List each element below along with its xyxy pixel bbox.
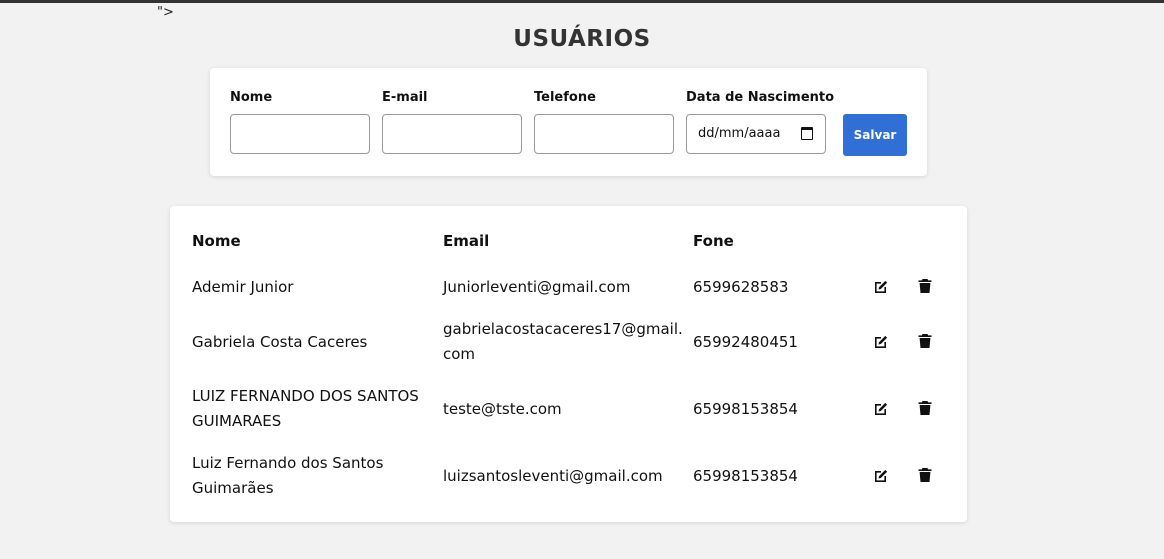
stray-text: "> bbox=[157, 5, 174, 20]
edit-icon[interactable] bbox=[873, 400, 889, 416]
row-phone: 65992480451 bbox=[693, 333, 798, 351]
user-form: Nome E-mail Telefone Data de Nascimento … bbox=[210, 68, 927, 176]
calendar-icon[interactable] bbox=[801, 127, 813, 140]
header-email: Email bbox=[443, 232, 490, 250]
row-phone: 65998153854 bbox=[693, 400, 798, 418]
row-email: gabrielacostacaceres17@gmail.com bbox=[443, 320, 683, 363]
row-name: Gabriela Costa Caceres bbox=[192, 333, 368, 351]
trash-icon[interactable] bbox=[917, 400, 933, 416]
row-phone: 65998153854 bbox=[693, 467, 798, 485]
users-table: Nome Email Fone Ademir Junior Juniorleve… bbox=[170, 206, 967, 522]
row-email: teste@tste.com bbox=[443, 400, 562, 418]
save-button[interactable]: Salvar bbox=[843, 114, 907, 156]
trash-icon[interactable] bbox=[917, 333, 933, 349]
trash-icon[interactable] bbox=[917, 467, 933, 483]
phone-label: Telefone bbox=[534, 90, 596, 105]
phone-field: Telefone bbox=[534, 90, 676, 154]
email-input[interactable] bbox=[382, 114, 522, 154]
name-label: Nome bbox=[230, 90, 273, 105]
row-name: Luiz Fernando dos Santos Guimarães bbox=[192, 454, 384, 497]
header-name: Nome bbox=[192, 232, 241, 250]
birthdate-placeholder: dd/mm/aaaa bbox=[698, 126, 781, 141]
row-name: Ademir Junior bbox=[192, 278, 294, 296]
birthdate-field: Data de Nascimento dd/mm/aaaa bbox=[686, 90, 835, 154]
email-field: E-mail bbox=[382, 90, 524, 154]
header-phone: Fone bbox=[693, 232, 734, 250]
birthdate-label: Data de Nascimento bbox=[686, 90, 835, 105]
row-email: luizsantosleventi@gmail.com bbox=[443, 467, 663, 485]
row-name: LUIZ FERNANDO DOS SANTOS GUIMARAES bbox=[192, 387, 419, 430]
edit-icon[interactable] bbox=[873, 278, 889, 294]
edit-icon[interactable] bbox=[873, 467, 889, 483]
row-phone: 6599628583 bbox=[693, 278, 789, 296]
birthdate-input[interactable]: dd/mm/aaaa bbox=[686, 114, 826, 154]
phone-input[interactable] bbox=[534, 114, 674, 154]
page-title: USUÁRIOS bbox=[513, 26, 651, 52]
name-field: Nome bbox=[230, 90, 372, 154]
name-input[interactable] bbox=[230, 114, 370, 154]
top-border bbox=[0, 0, 1164, 3]
row-email: Juniorleventi@gmail.com bbox=[443, 278, 631, 296]
email-label: E-mail bbox=[382, 90, 428, 105]
trash-icon[interactable] bbox=[917, 278, 933, 294]
edit-icon[interactable] bbox=[873, 333, 889, 349]
